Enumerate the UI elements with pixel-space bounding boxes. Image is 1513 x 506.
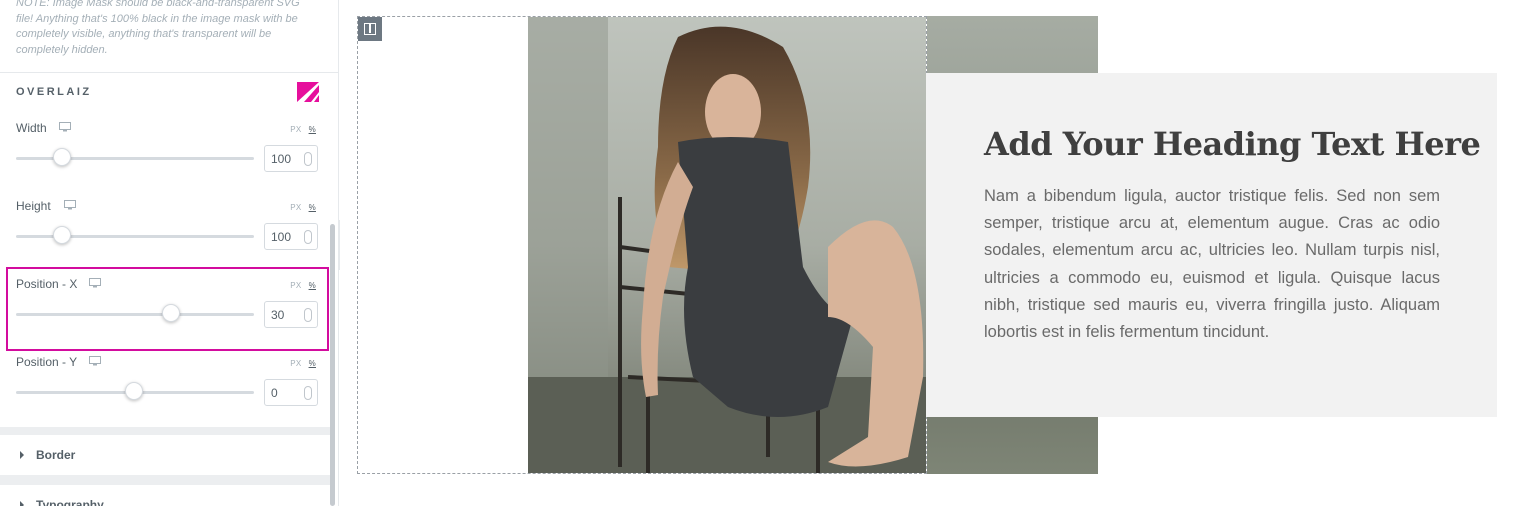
section-border[interactable]: Border: [0, 435, 330, 475]
width-slider-handle[interactable]: [53, 148, 71, 166]
position-y-control: Position - Y PX% 0: [16, 355, 318, 425]
section-typography-label: Typography: [36, 498, 104, 506]
unit-switcher: PX%: [290, 125, 316, 134]
section-separator: [0, 427, 330, 435]
unit-px[interactable]: PX: [290, 359, 301, 368]
section-typography[interactable]: Typography: [0, 485, 330, 506]
page-heading[interactable]: Add Your Heading Text Here: [984, 125, 1481, 163]
position-y-number-input[interactable]: 0: [264, 379, 318, 406]
unit-px[interactable]: PX: [290, 125, 301, 134]
editor-canvas: Add Your Heading Text Here Nam a bibendu…: [340, 0, 1513, 506]
width-number-input[interactable]: 100: [264, 145, 318, 172]
position-y-label: Position - Y: [16, 355, 78, 369]
editor-panel: NOTE: Image Mask should be black-and-tra…: [0, 0, 339, 506]
unit-px[interactable]: PX: [290, 203, 301, 212]
caret-right-icon: [20, 451, 24, 459]
height-slider-track[interactable]: [16, 235, 254, 238]
height-number-input[interactable]: 100: [264, 223, 318, 250]
width-label: Width: [16, 121, 47, 135]
height-slider-handle[interactable]: [53, 226, 71, 244]
position-y-slider-handle[interactable]: [125, 382, 143, 400]
unit-percent[interactable]: %: [309, 359, 316, 368]
width-slider-track[interactable]: [16, 157, 254, 160]
section-separator: [0, 475, 330, 485]
desktop-icon[interactable]: [59, 122, 71, 132]
height-control: Height PX% 100: [16, 199, 318, 269]
body-paragraph[interactable]: Nam a bibendum ligula, auctor tristique …: [984, 183, 1440, 346]
unit-switcher: PX%: [290, 359, 316, 368]
unit-percent[interactable]: %: [309, 203, 316, 212]
unit-percent[interactable]: %: [309, 125, 316, 134]
highlight-frame: [6, 267, 329, 351]
overlaiz-logo-icon: [297, 82, 319, 102]
divider: [0, 72, 338, 73]
desktop-icon[interactable]: [89, 356, 101, 366]
column-icon[interactable]: [358, 17, 382, 41]
width-control: Width PX% 100: [16, 121, 318, 191]
caret-right-icon: [20, 501, 24, 506]
unit-switcher: PX%: [290, 203, 316, 212]
stepper-icon[interactable]: [304, 230, 312, 244]
section-title-overlaiz: OVERLAIZ: [16, 86, 92, 98]
section-border-label: Border: [36, 448, 76, 462]
height-label: Height: [16, 199, 51, 213]
image-mask-note: NOTE: Image Mask should be black-and-tra…: [16, 0, 300, 56]
stepper-icon[interactable]: [304, 386, 312, 400]
stepper-icon[interactable]: [304, 152, 312, 166]
masked-image[interactable]: [528, 17, 926, 473]
panel-scrollbar[interactable]: [330, 224, 335, 506]
text-box: Add Your Heading Text Here Nam a bibendu…: [926, 73, 1497, 417]
desktop-icon[interactable]: [64, 200, 76, 210]
